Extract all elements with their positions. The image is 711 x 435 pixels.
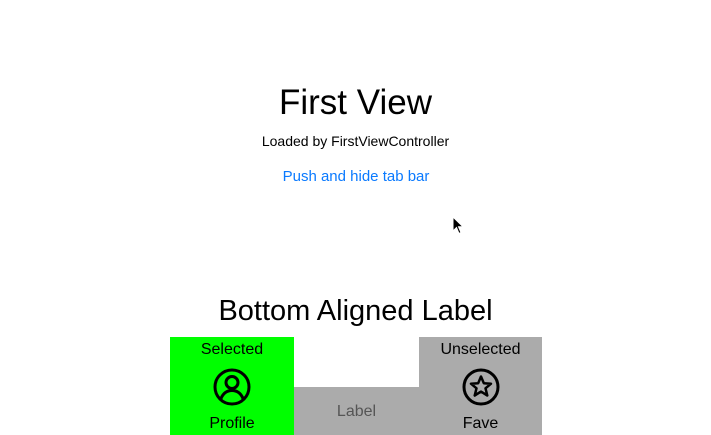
tab-label-fave: Fave <box>462 415 499 432</box>
tab-label[interactable]: Label <box>294 387 419 435</box>
star-icon <box>462 368 499 406</box>
subtitle-text: Loaded by FirstViewController <box>261 133 450 149</box>
tab-bar: Selected Profile Label Unselected Fave <box>170 337 542 435</box>
tab-label-profile: Profile <box>209 415 255 432</box>
bottom-aligned-label: Bottom Aligned Label <box>218 295 493 327</box>
mouse-pointer-icon <box>452 216 464 235</box>
tab-label-text: Label <box>336 403 377 420</box>
tab-status-label: Selected <box>200 341 264 358</box>
page-title: First View <box>279 83 432 122</box>
push-and-hide-tab-bar-button[interactable]: Push and hide tab bar <box>256 167 456 187</box>
tab-status-label: Unselected <box>440 341 521 358</box>
first-view-screen: First View Loaded by FirstViewController… <box>0 0 711 435</box>
profile-icon <box>213 368 251 406</box>
tab-profile[interactable]: Selected Profile <box>170 337 294 435</box>
tab-fave[interactable]: Unselected Fave <box>419 337 542 435</box>
